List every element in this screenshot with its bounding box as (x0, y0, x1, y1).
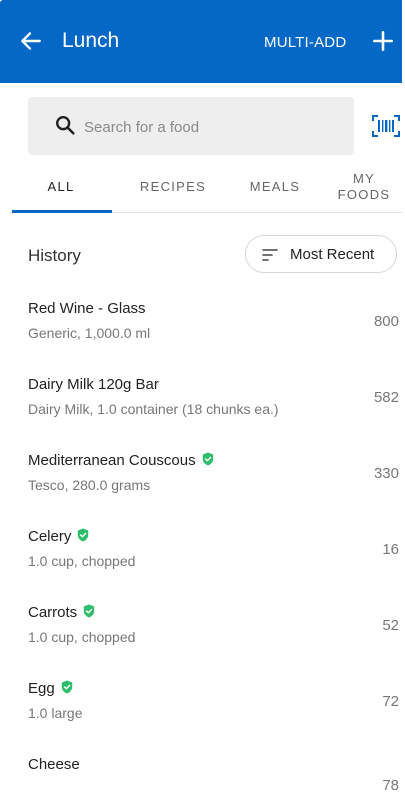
food-calories: 330 (373, 465, 399, 482)
arrow-left-icon[interactable] (18, 28, 44, 54)
verified-shield-icon (83, 604, 95, 618)
food-name-text: Mediterranean Couscous (28, 452, 196, 469)
active-tab-indicator (12, 210, 112, 213)
list-item[interactable]: Mediterranean Couscous Tesco, 280.0 gram… (0, 435, 405, 507)
tab-my-foods[interactable]: MY FOODS (326, 162, 402, 212)
food-description: 1.0 cup, chopped (28, 553, 136, 569)
food-name: Red Wine - Glass (28, 300, 146, 317)
food-name-text: Carrots (28, 604, 78, 621)
food-calories: 800 (373, 313, 399, 330)
food-description: Tesco, 280.0 grams (28, 477, 151, 493)
list-item[interactable]: Red Wine - Glass Generic, 1,000.0 ml 800 (0, 283, 405, 355)
food-calories: 52 (382, 617, 399, 634)
multi-add-button[interactable]: MULTI-ADD (264, 34, 346, 51)
plus-icon[interactable] (370, 28, 396, 54)
food-name-text: Cheese (28, 756, 80, 773)
food-description: Dairy Milk, 1.0 container (18 chunks ea.… (28, 401, 279, 417)
food-calories: 78 (382, 777, 399, 794)
food-name: Dairy Milk 120g Bar (28, 376, 159, 393)
page-title: Lunch (62, 29, 120, 52)
food-name: Cheese (28, 756, 80, 773)
list-item[interactable]: Carrots 1.0 cup, chopped 52 (0, 587, 405, 659)
list-item[interactable]: Egg 1.0 large 72 (0, 663, 405, 735)
list-item[interactable]: Celery 1.0 cup, chopped 16 (0, 511, 405, 583)
food-name-text: Red Wine - Glass (28, 300, 146, 317)
sort-label: Most Recent (290, 246, 375, 263)
list-item[interactable]: Cheese 78 (0, 739, 405, 811)
verified-shield-icon (61, 680, 72, 694)
food-description: 1.0 cup, chopped (28, 629, 136, 645)
search-icon (56, 116, 75, 135)
food-name-text: Egg (28, 680, 55, 697)
search-input[interactable] (82, 113, 336, 141)
tab-label: ALL (47, 179, 75, 194)
food-name: Egg (28, 680, 73, 697)
history-heading: History (28, 246, 81, 265)
food-calories: 582 (373, 389, 399, 406)
tab-bar: ALL RECIPES MEALS MY FOODS (10, 162, 402, 212)
food-name-text: Dairy Milk 120g Bar (28, 376, 159, 393)
food-description: 1.0 large (28, 705, 83, 721)
barcode-scan-icon[interactable] (371, 113, 401, 139)
tab-label: MY FOODS (337, 171, 391, 202)
food-name-text: Celery (28, 528, 72, 545)
tab-label: MEALS (249, 179, 301, 194)
verified-shield-icon (202, 452, 213, 466)
sort-button[interactable]: Most Recent (245, 235, 397, 273)
tab-label: RECIPES (139, 179, 207, 194)
app-bar: Lunch MULTI-ADD (0, 0, 402, 83)
food-name: Mediterranean Couscous (28, 452, 214, 469)
sort-icon (262, 249, 278, 261)
tab-all[interactable]: ALL (10, 162, 112, 212)
verified-shield-icon (78, 528, 89, 542)
food-calories: 16 (382, 541, 399, 558)
tab-meals[interactable]: MEALS (224, 162, 326, 212)
list-item[interactable]: Dairy Milk 120g Bar Dairy Milk, 1.0 cont… (0, 359, 405, 431)
food-calories: 72 (382, 693, 399, 710)
food-name: Carrots (28, 604, 95, 621)
search-bar[interactable] (28, 97, 354, 155)
tab-recipes[interactable]: RECIPES (122, 162, 224, 212)
food-name: Celery (28, 528, 89, 545)
food-description: Generic, 1,000.0 ml (28, 325, 151, 341)
